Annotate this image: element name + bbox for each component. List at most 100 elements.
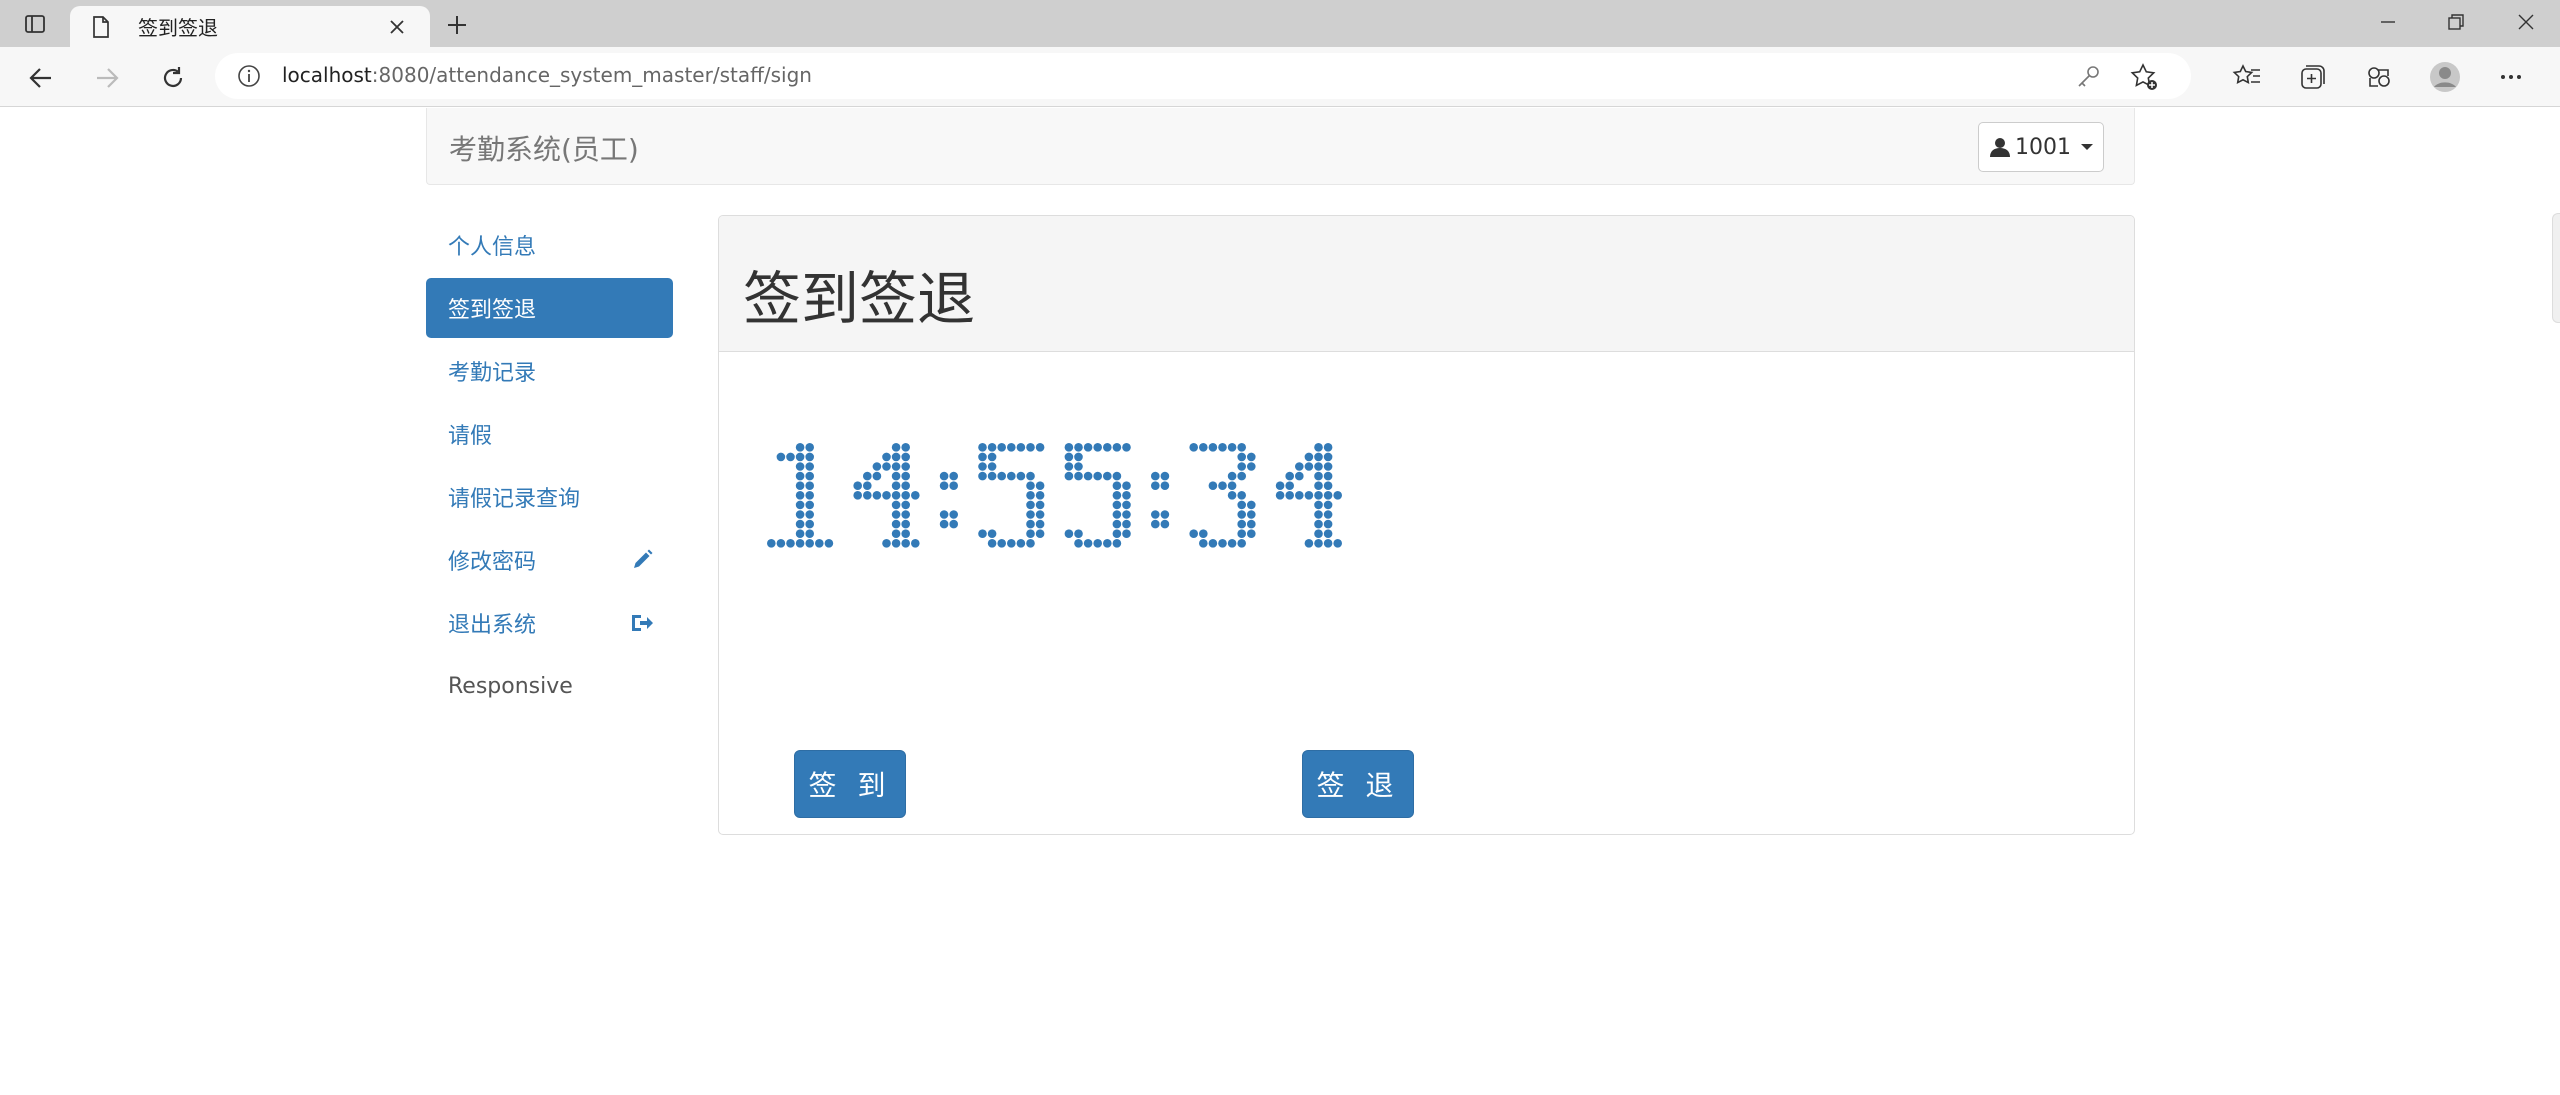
sign-out-button[interactable]: 签 退 (1302, 750, 1414, 818)
clock-dot (901, 471, 910, 481)
clock-dot (1314, 491, 1323, 500)
sidebar-item-change-password[interactable]: 修改密码 (426, 530, 673, 590)
clock-dot (805, 510, 814, 519)
clock-dot (901, 462, 910, 471)
clock-dot (1064, 452, 1074, 462)
clock-dot (795, 443, 805, 452)
clock-dot (1122, 519, 1131, 529)
collections-icon[interactable] (2294, 58, 2332, 96)
clock-dot (997, 539, 1006, 548)
user-icon (1990, 138, 2010, 157)
more-menu-icon[interactable] (2492, 58, 2530, 96)
favorites-icon[interactable] (2228, 58, 2266, 96)
profile-avatar-icon[interactable] (2426, 58, 2464, 96)
clock-dot (901, 491, 910, 500)
close-tab-icon[interactable] (382, 12, 412, 42)
clock-dot (1064, 443, 1074, 452)
clock-dot (863, 481, 872, 490)
clock-dot (853, 491, 862, 500)
clock-dot (1035, 529, 1045, 538)
clock-dot (1112, 519, 1122, 529)
close-window-icon[interactable] (2492, 0, 2560, 44)
clock-dot (815, 539, 824, 548)
clock-dot (1074, 462, 1083, 471)
top-navbar: 考勤系统(员工) 1001 (426, 108, 2135, 185)
clock-dot (978, 529, 987, 538)
clock-dot (891, 471, 901, 481)
clock-dot (1227, 481, 1237, 490)
forward-icon[interactable] (88, 59, 126, 97)
clock-dot (863, 491, 872, 500)
clock-dot (1199, 443, 1208, 452)
new-tab-icon[interactable] (440, 8, 474, 42)
sidebar-item-attendance-records[interactable]: 考勤记录 (426, 341, 673, 401)
sidebar-item-leave-records[interactable]: 请假记录查询 (426, 467, 673, 527)
sidebar-item-responsive[interactable]: Responsive (426, 656, 673, 716)
clock-dot (1112, 471, 1122, 481)
clock-dot (805, 443, 814, 452)
clock-dot (853, 481, 862, 490)
clock-dot (795, 462, 805, 471)
edge-side-tab[interactable] (2552, 213, 2560, 323)
clock-dot (901, 510, 910, 519)
clock-dot (978, 471, 987, 481)
sign-in-button[interactable]: 签 到 (794, 750, 906, 818)
clock-dot (1122, 529, 1131, 538)
clock-dot (1323, 452, 1333, 462)
clock-dot (901, 443, 910, 452)
tab-actions-icon[interactable] (18, 9, 52, 39)
sidebar-item-label: 个人信息 (448, 235, 537, 260)
clock-dot (1103, 539, 1112, 548)
clock-dot (1160, 481, 1170, 490)
add-favorite-icon[interactable] (2129, 62, 2159, 92)
clock-dot (805, 452, 814, 462)
restore-icon[interactable] (2422, 0, 2490, 44)
clock-dot (1314, 539, 1323, 548)
clock-dot (1237, 510, 1246, 519)
sidebar-item-logout[interactable]: 退出系统 (426, 593, 673, 653)
clock-dot (891, 491, 901, 500)
clock-digit (978, 443, 1045, 548)
clock-dot (1314, 510, 1323, 519)
clock-dot (1160, 471, 1170, 481)
brand-title[interactable]: 考勤系统(员工) (449, 128, 639, 168)
clock-dot (1064, 462, 1074, 471)
clock-colon (939, 471, 958, 529)
clock-dot (901, 452, 910, 462)
clock-dot (1112, 510, 1122, 519)
clock-dot (1007, 471, 1016, 481)
clock-dot (1122, 443, 1131, 452)
clock-dot (1160, 510, 1170, 519)
key-icon[interactable] (2075, 64, 2101, 90)
clock-dot (1112, 529, 1122, 538)
clock-dot (1295, 462, 1304, 471)
sidebar-item-profile[interactable]: 个人信息 (426, 215, 673, 275)
sidebar-item-leave[interactable]: 请假 (426, 404, 673, 464)
sidebar-item-sign[interactable]: 签到签退 (426, 278, 673, 338)
clock-dot (891, 452, 901, 462)
clock-dot (1035, 491, 1045, 500)
clock-dot (978, 443, 987, 452)
minimize-icon[interactable] (2354, 0, 2422, 44)
clock-digit (853, 443, 920, 548)
clock-dot (1122, 500, 1131, 510)
back-icon[interactable] (22, 59, 60, 97)
clock-dot (1295, 491, 1304, 500)
clock-dot (1074, 452, 1083, 462)
clock-dot (1026, 443, 1035, 452)
clock-dot (1151, 519, 1160, 529)
site-info-icon[interactable] (237, 64, 261, 88)
clock-dot (1304, 462, 1314, 471)
extensions-icon[interactable] (2360, 58, 2398, 96)
refresh-icon[interactable] (154, 59, 192, 97)
address-bar[interactable]: localhost:8080/attendance_system_master/… (215, 53, 2191, 99)
clock-dot (1323, 539, 1333, 548)
clock-dot (795, 491, 805, 500)
clock-dot (1064, 529, 1074, 538)
clock-digit (1064, 443, 1131, 548)
user-dropdown-button[interactable]: 1001 (1978, 122, 2104, 172)
clock-dot (1026, 471, 1035, 481)
browser-tab[interactable]: 签到签退 (70, 6, 430, 47)
clock-dot (805, 471, 814, 481)
clock-dot (891, 443, 901, 452)
